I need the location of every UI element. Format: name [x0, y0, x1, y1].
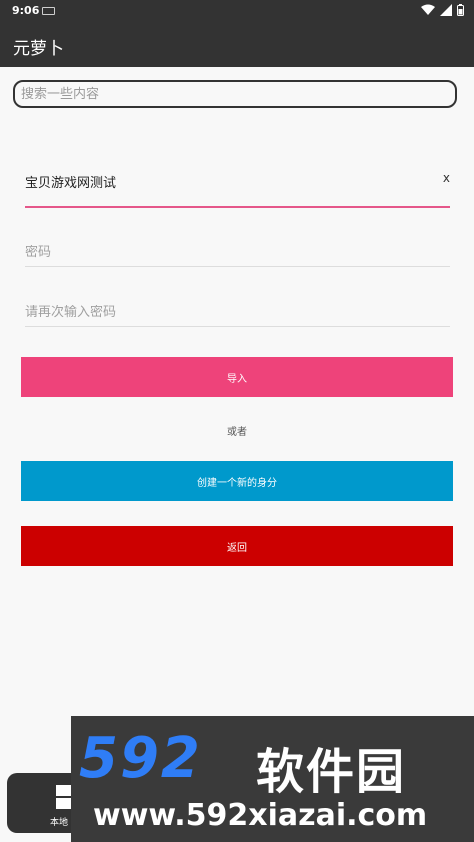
clear-icon[interactable]: x — [443, 171, 450, 185]
import-button[interactable]: 导入 — [21, 357, 453, 397]
app-title: 元萝卜 — [13, 39, 64, 59]
watermark-number: 592 — [79, 726, 202, 791]
watermark-banner: 592 软件园 www.592xiazai.com — [71, 716, 474, 842]
or-separator: 或者 — [227, 427, 247, 438]
identity-name-field[interactable]: 宝贝游戏网测试 x — [25, 160, 450, 208]
keyboard-icon — [42, 7, 55, 15]
identity-name-value: 宝贝游戏网测试 — [25, 176, 117, 191]
battery-icon — [457, 4, 464, 16]
confirm-password-input[interactable] — [25, 305, 450, 320]
watermark-name: 软件园 — [256, 744, 407, 800]
status-time: 9:06 — [12, 4, 40, 17]
search-input[interactable] — [13, 80, 457, 108]
back-button[interactable]: 返回 — [21, 526, 453, 566]
signal-icon — [440, 4, 452, 16]
password-field-container — [25, 240, 450, 267]
bottom-tab-label: 本地 — [50, 818, 69, 828]
status-icons — [421, 4, 464, 16]
status-bar: 9:06 — [0, 0, 474, 22]
password-input[interactable] — [25, 245, 450, 260]
app-bar: 元萝卜 — [0, 22, 474, 67]
wifi-icon — [421, 4, 435, 15]
create-identity-button[interactable]: 创建一个新的身分 — [21, 461, 453, 501]
confirm-password-field-container — [25, 300, 450, 327]
watermark-url: www.592xiazai.com — [93, 798, 428, 833]
grid-icon — [56, 785, 71, 809]
